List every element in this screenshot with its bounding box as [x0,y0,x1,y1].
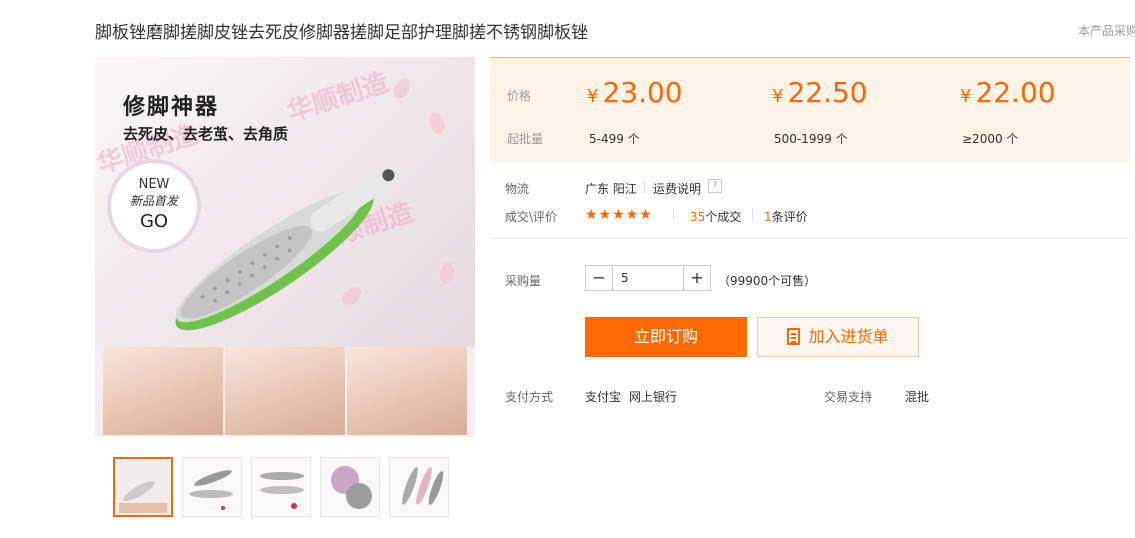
thumbnail-4[interactable] [320,457,380,517]
shipping-info-link[interactable]: 运费说明 [653,180,701,197]
increase-button[interactable]: + [683,266,710,290]
thumbnail-image [390,458,448,516]
review-count[interactable]: 1条评价 [764,208,808,225]
price-value: 22.00 [975,76,1056,109]
thumbnail-image [115,459,171,515]
price-value: 22.50 [787,76,868,109]
thumbnail-5[interactable] [389,457,449,517]
price-tier-3: ¥22.00 [960,76,1056,109]
product-title: 脚板锉磨脚搓脚皮锉去死皮修脚器搓脚足部护理脚搓不锈钢脚板锉 [95,23,588,43]
thumbnail-list [113,457,449,517]
qty-tier-3: ≥2000 个 [962,132,1019,146]
trade-support-value: 混批 [905,390,930,404]
divider [644,181,645,193]
procurement-notice-link[interactable]: 本产品采购 [1078,22,1135,39]
thumbnail-3[interactable] [251,457,311,517]
deal-count[interactable]: 35个成交 [690,208,741,225]
thumbnail-image [321,458,379,516]
foot-photo [225,347,345,435]
image-banner: 华顺制造 华顺制造 华顺制造 修脚神器 去死皮、去老茧、去角质 NEW 新品首发… [95,57,475,347]
qty-tier-2: 500-1999 个 [774,132,848,146]
deals-label: 成交\评价 [505,210,558,224]
review-count-number: 1 [764,210,772,224]
qty-tier-1: 5-499 个 [589,132,640,146]
foot-photo [347,347,467,435]
logistics-label: 物流 [505,182,530,196]
price-value: 23.00 [602,76,683,109]
decrease-button[interactable]: − [586,266,613,290]
price-label: 价格 [507,89,532,103]
quantity-stepper: − 5 + [585,265,711,291]
petal-decoration [390,74,414,102]
thumbnail-image [183,458,241,516]
main-product-image[interactable]: 华顺制造 华顺制造 华顺制造 修脚神器 去死皮、去老茧、去角质 NEW 新品首发… [95,57,475,437]
payment-label: 支付方式 [505,390,554,404]
clipboard-icon [787,328,801,345]
thumbnail-1[interactable] [113,457,173,517]
thumbnail-2[interactable] [182,457,242,517]
foot-photo-strip [103,347,467,435]
currency-symbol: ¥ [587,86,599,107]
rating-stars: ★★★★★ [585,207,653,223]
section-divider [490,238,1130,239]
currency-symbol: ¥ [772,86,784,107]
purchase-qty-label: 采购量 [505,274,542,288]
divider [673,209,674,221]
price-tier-1: ¥23.00 [587,76,683,109]
divider [752,209,753,221]
deal-count-suffix: 个成交 [705,210,742,224]
available-stock: （99900个可售） [718,274,817,288]
payment-method-alipay: 支付宝 [585,390,622,404]
price-panel: 价格 起批量 ¥23.00 5-499 个 ¥22.50 500-1999 个 … [490,57,1130,162]
thumbnail-image [252,458,310,516]
quantity-input[interactable]: 5 [613,266,683,290]
qty-label: 起批量 [507,132,544,146]
currency-symbol: ¥ [960,86,972,107]
help-icon[interactable]: ? [708,179,722,193]
payment-method-bank: 网上银行 [629,390,678,404]
foot-file-illustration [175,160,406,331]
review-count-suffix: 条评价 [771,210,808,224]
deal-count-number: 35 [690,210,706,224]
add-to-cart-button[interactable]: 加入进货单 [757,317,919,357]
trade-support-label: 交易支持 [824,390,873,404]
foot-photo [103,347,223,435]
ship-from-location: 广东 阳江 [585,182,637,196]
add-to-cart-label: 加入进货单 [808,327,889,346]
buy-now-button[interactable]: 立即订购 [585,317,747,357]
price-tier-2: ¥22.50 [772,76,868,109]
